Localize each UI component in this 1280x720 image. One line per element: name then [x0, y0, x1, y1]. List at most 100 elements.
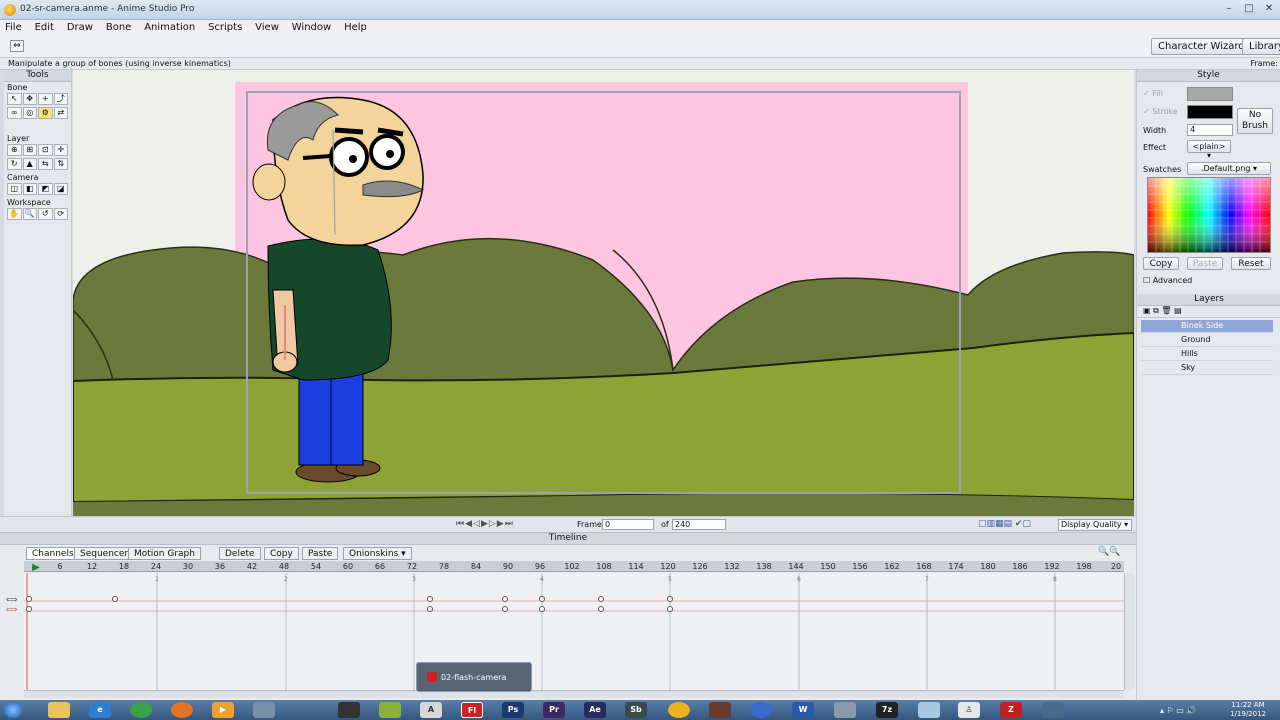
set-origin-icon[interactable]: ⊕: [7, 144, 22, 156]
system-clock[interactable]: 11:22 AM 1/19/2012: [1230, 701, 1266, 719]
word-icon[interactable]: W: [792, 702, 814, 718]
layer-row-sky[interactable]: Sky: [1141, 362, 1273, 375]
app-icon-6[interactable]: [253, 702, 275, 718]
delete-keys-button[interactable]: Delete: [219, 547, 261, 560]
zoom-camera-icon[interactable]: ◧: [22, 183, 37, 195]
photoshop-icon[interactable]: Ps: [502, 702, 524, 718]
ie-icon[interactable]: e: [89, 702, 111, 718]
fill-checkbox[interactable]: ✓ Fill: [1143, 89, 1163, 98]
timeline-zoom-icons[interactable]: 🔍🔍: [1098, 547, 1120, 557]
effect-dropdown[interactable]: <plain> ▾: [1187, 140, 1231, 160]
menu-animation[interactable]: Animation: [139, 20, 200, 35]
menu-help[interactable]: Help: [339, 20, 372, 35]
media-player-icon[interactable]: ▶: [212, 702, 234, 718]
swatches-dropdown[interactable]: .Default.png ▾: [1187, 162, 1271, 175]
track-camera-icon[interactable]: ◫: [7, 183, 22, 195]
character-wizard-button[interactable]: Character Wizard: [1151, 38, 1252, 55]
app-icon-24[interactable]: [1042, 702, 1064, 718]
firefox-icon[interactable]: [171, 702, 193, 718]
view-layout-icons[interactable]: ▢▥▦▤ ✔▢: [978, 519, 1031, 529]
width-input[interactable]: 4: [1187, 124, 1233, 136]
layer-row-ground[interactable]: Ground: [1141, 334, 1273, 347]
app-icon-19[interactable]: [834, 702, 856, 718]
scene-canvas[interactable]: [73, 70, 1134, 516]
menu-window[interactable]: Window: [287, 20, 336, 35]
toggle-panel-icon[interactable]: ⇔: [10, 40, 24, 52]
tab-sequencer[interactable]: Sequencer: [74, 547, 135, 560]
onionskins-dropdown[interactable]: Onionskins ▾: [343, 547, 412, 560]
select-bone-icon[interactable]: ↖: [7, 93, 22, 105]
pan-workspace-icon[interactable]: ✋: [7, 208, 22, 220]
rotate-workspace-icon[interactable]: ↺: [38, 208, 53, 220]
anime-studio-icon[interactable]: A: [420, 702, 442, 718]
offset-bone-icon[interactable]: ⇄: [53, 107, 68, 119]
app-icon-17[interactable]: [750, 702, 772, 718]
delete-layer-icon[interactable]: 🗑: [1161, 306, 1171, 315]
advanced-checkbox[interactable]: ☐ Advanced: [1143, 276, 1192, 285]
menu-draw[interactable]: Draw: [62, 20, 98, 35]
style-reset-button[interactable]: Reset: [1231, 257, 1271, 270]
tray-icons[interactable]: ▴ ⚐ ▭ 🔊: [1160, 706, 1196, 715]
app-icon-16[interactable]: [709, 702, 731, 718]
start-button-icon[interactable]: [4, 702, 22, 718]
swatch-palette[interactable]: [1147, 177, 1271, 253]
app-icon-8[interactable]: [379, 702, 401, 718]
library-button[interactable]: Library: [1242, 38, 1280, 55]
stroke-checkbox[interactable]: ✓ Stroke: [1143, 107, 1178, 116]
menu-file[interactable]: File: [0, 20, 27, 35]
play-marker-icon[interactable]: ▶: [32, 562, 40, 573]
bone-channel-icon[interactable]: ⟺: [6, 595, 17, 604]
style-paste-button[interactable]: Paste: [1187, 257, 1223, 270]
flip-v-icon[interactable]: ⇅: [53, 158, 68, 170]
layer-row-binek-side[interactable]: Binek Side: [1141, 320, 1273, 333]
rotate-layer-icon[interactable]: ✛: [53, 144, 68, 156]
shear-layer-icon[interactable]: ▲: [22, 158, 37, 170]
soundbooth-icon[interactable]: Sb: [625, 702, 647, 718]
menu-view[interactable]: View: [250, 20, 284, 35]
menu-edit[interactable]: Edit: [30, 20, 59, 35]
duplicate-layer-icon[interactable]: ⧉: [1153, 306, 1159, 315]
zoom-workspace-icon[interactable]: 🔍: [22, 208, 37, 220]
style-copy-button[interactable]: Copy: [1143, 257, 1179, 270]
layer-settings-icon[interactable]: ▤: [1174, 306, 1182, 315]
manipulate-bones-icon[interactable]: ◎: [22, 107, 37, 119]
translate-bone-icon[interactable]: ✥: [22, 93, 37, 105]
new-layer-icon[interactable]: ▣: [1143, 306, 1151, 315]
roll-camera-icon[interactable]: ◩: [38, 183, 53, 195]
maximize-button[interactable]: □: [1240, 2, 1258, 16]
timeline-vscrollbar[interactable]: [1124, 573, 1134, 690]
total-frames-input[interactable]: 240: [672, 519, 726, 530]
reparent-bone-icon[interactable]: ⤴: [53, 93, 68, 105]
menu-bone[interactable]: Bone: [101, 20, 136, 35]
close-button[interactable]: ✕: [1260, 2, 1278, 16]
canvas-area[interactable]: [73, 70, 1134, 516]
menu-scripts[interactable]: Scripts: [203, 20, 247, 35]
after-effects-icon[interactable]: Ae: [584, 702, 606, 718]
premiere-icon[interactable]: Pr: [543, 702, 565, 718]
add-bone-icon[interactable]: +: [38, 93, 53, 105]
bone-strength-icon[interactable]: ∞: [7, 107, 22, 119]
chrome-icon[interactable]: [130, 702, 152, 718]
stroke-color-swatch[interactable]: [1187, 105, 1233, 119]
tab-channels[interactable]: Channels: [26, 547, 80, 560]
timeline-hscrollbar[interactable]: [24, 690, 1124, 698]
app-icon-7[interactable]: [338, 702, 360, 718]
fill-color-swatch[interactable]: [1187, 87, 1233, 101]
display-quality-dropdown[interactable]: Display Quality ▾: [1058, 519, 1132, 531]
flip-h-icon[interactable]: ⇆: [38, 158, 53, 170]
frame-input[interactable]: 0: [602, 519, 654, 530]
audio-icon[interactable]: [668, 702, 690, 718]
flash-taskbar-icon[interactable]: Fl: [461, 702, 483, 718]
tab-motion-graph[interactable]: Motion Graph: [128, 547, 201, 560]
layer-row-hills[interactable]: Hills: [1141, 348, 1273, 361]
filezilla-icon[interactable]: Z: [1000, 702, 1022, 718]
explorer-icon[interactable]: [48, 702, 70, 718]
app-icon-21[interactable]: [918, 702, 940, 718]
translate-layer-icon[interactable]: ⊞: [22, 144, 37, 156]
app-icon-22[interactable]: ♙: [958, 702, 980, 718]
orbit-workspace-icon[interactable]: ⟳: [53, 208, 68, 220]
rotate-xy-icon[interactable]: ↻: [7, 158, 22, 170]
copy-keys-button[interactable]: Copy: [264, 547, 299, 560]
bind-layer-icon[interactable]: ⚙: [38, 107, 53, 119]
7zip-icon[interactable]: 7z: [876, 702, 898, 718]
